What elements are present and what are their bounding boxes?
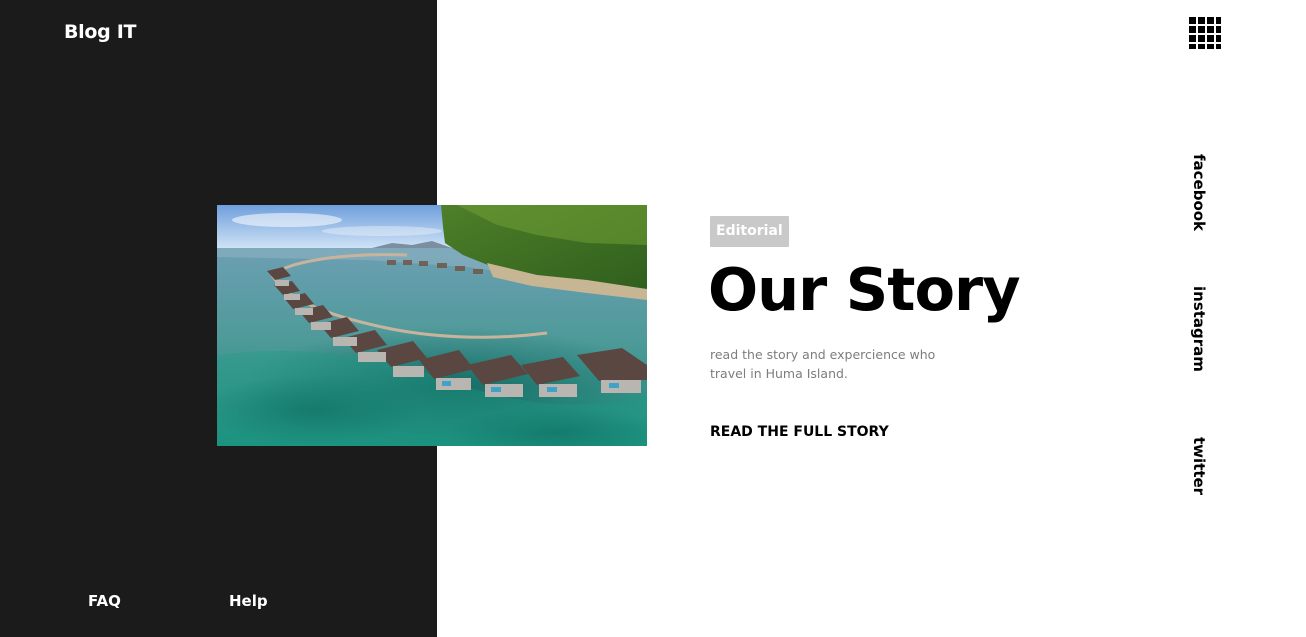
resort-photo-illustration (217, 205, 647, 446)
social-link-twitter[interactable]: twitter (1189, 437, 1209, 495)
footer-link-help[interactable]: Help (229, 592, 268, 610)
grid-menu-icon[interactable] (1189, 17, 1221, 49)
read-full-story-link[interactable]: READ THE FULL STORY (710, 424, 889, 440)
social-link-facebook[interactable]: facebook (1189, 154, 1209, 231)
story-title: Our Story (708, 255, 1021, 324)
brand-logo[interactable]: Blog IT (64, 21, 137, 43)
story-description: read the story and expercience who trave… (710, 347, 936, 381)
footer-link-faq[interactable]: FAQ (88, 592, 121, 610)
landing-page: Blog IT FAQ Help Editorial Our Story rea… (0, 0, 1306, 637)
social-link-instagram[interactable]: instagram (1189, 286, 1209, 372)
hero-image (217, 205, 647, 446)
category-tag: Editorial (710, 216, 789, 247)
